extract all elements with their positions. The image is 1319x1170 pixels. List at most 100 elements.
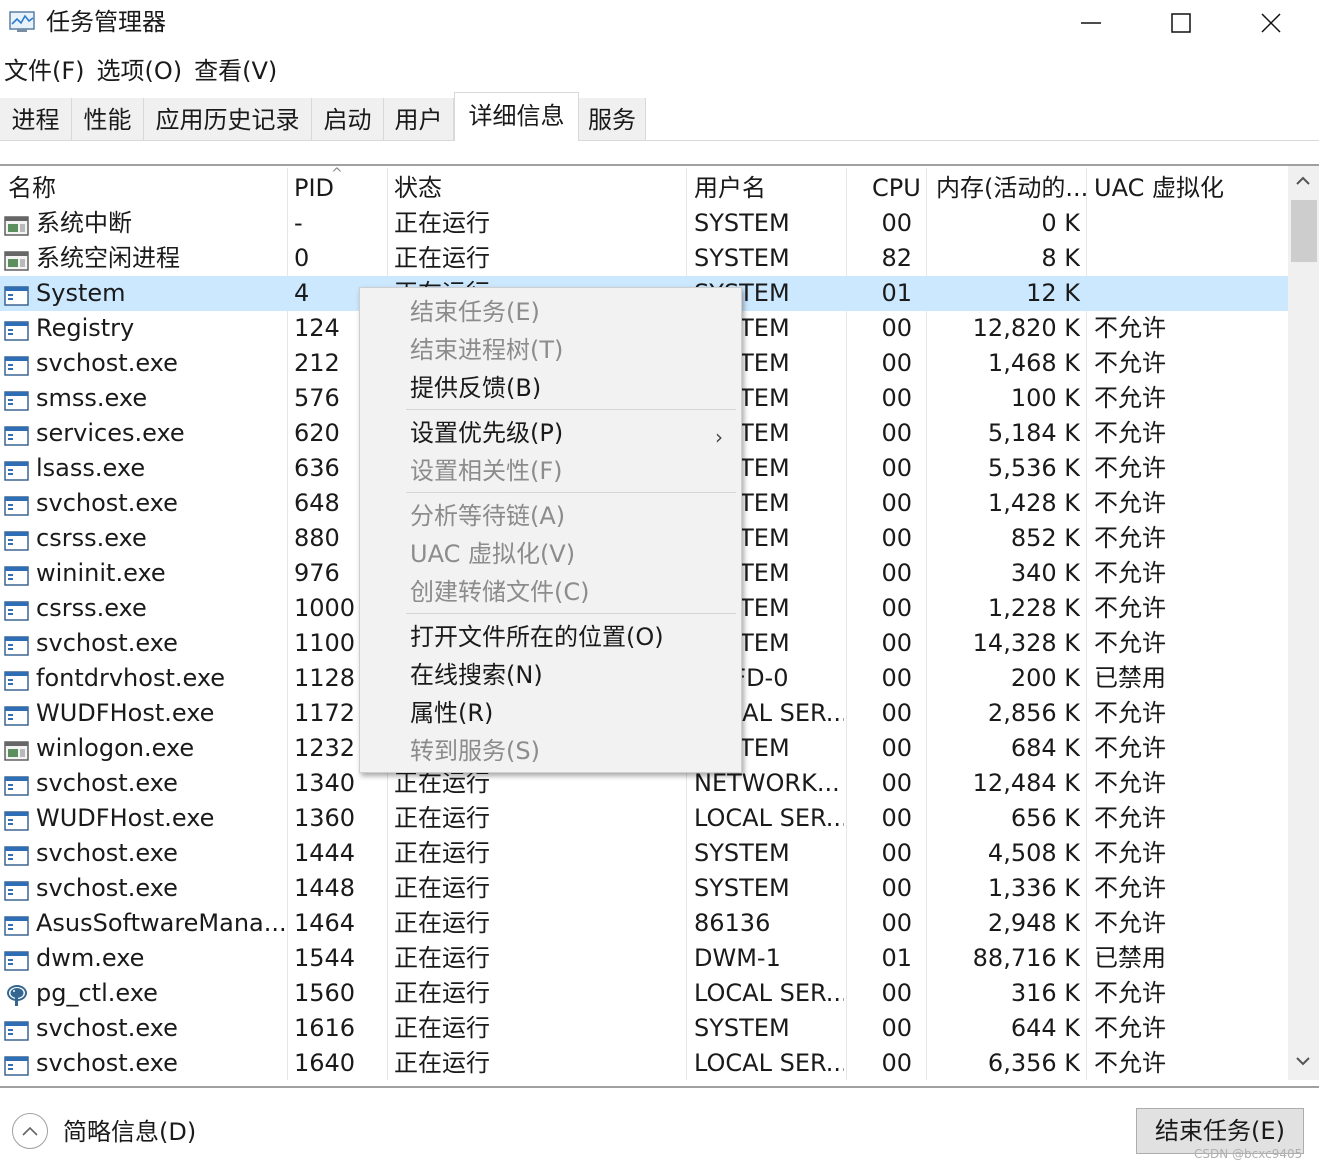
table-row[interactable]: svchost.exe 1616 正在运行 SYSTEM 00 644 K 不允许 xyxy=(0,1011,1288,1046)
window-icon xyxy=(4,597,30,621)
menu-item-search-online[interactable]: 在线搜索(N) xyxy=(410,657,730,693)
tab-startup[interactable]: 启动 xyxy=(312,98,384,140)
system-app-icon xyxy=(4,247,30,271)
cell-uac: 不允许 xyxy=(1094,769,1166,797)
window-icon xyxy=(4,317,30,341)
column-header-user[interactable]: 用户名 xyxy=(694,170,766,206)
cell-pid: 1448 xyxy=(294,874,356,902)
window-icon xyxy=(4,947,30,971)
close-icon xyxy=(1261,13,1281,33)
fewer-details-button[interactable] xyxy=(12,1113,48,1149)
tab-details[interactable]: 详细信息 xyxy=(454,92,579,141)
tab-services[interactable]: 服务 xyxy=(579,98,646,140)
cell-mem: 1,228 K xyxy=(987,594,1080,622)
table-row[interactable]: 系统中断 - 正在运行 SYSTEM 00 0 K xyxy=(0,206,1288,241)
vertical-scrollbar[interactable] xyxy=(1288,166,1319,1080)
cell-name: Registry xyxy=(36,314,135,342)
cell-name: svchost.exe xyxy=(36,839,178,867)
table-row[interactable]: svchost.exe 1444 正在运行 SYSTEM 00 4,508 K 不允许 xyxy=(0,836,1288,871)
table-row[interactable]: WUDFHost.exe 1360 正在运行 LOCAL SER... 00 656 K 不… xyxy=(0,801,1288,836)
window-icon xyxy=(4,1017,30,1041)
cell-status: 正在运行 xyxy=(394,874,490,902)
cell-name: WUDFHost.exe xyxy=(36,804,215,832)
menu-item-set-priority[interactable]: 设置优先级(P) xyxy=(410,415,730,451)
cell-cpu: 01 xyxy=(881,944,912,972)
fewer-details-link[interactable]: 简略信息(D) xyxy=(63,1114,196,1150)
column-header-cpu[interactable]: CPU xyxy=(872,170,921,206)
scroll-up-icon[interactable] xyxy=(1296,176,1310,186)
tab-performance[interactable]: 性能 xyxy=(72,98,144,140)
cell-name: System xyxy=(36,279,126,307)
menu-item-feedback[interactable]: 提供反馈(B) xyxy=(410,370,730,406)
cell-mem: 644 K xyxy=(1010,1014,1080,1042)
cell-status: 正在运行 xyxy=(394,944,490,972)
window-icon xyxy=(4,807,30,831)
cell-mem: 656 K xyxy=(1010,804,1080,832)
cell-cpu: 00 xyxy=(881,839,912,867)
column-header-pid[interactable]: PID xyxy=(294,170,334,206)
menu-item-set-affinity[interactable]: 设置相关性(F) xyxy=(410,453,730,489)
cell-uac: 不允许 xyxy=(1094,594,1166,622)
scroll-down-icon[interactable] xyxy=(1296,1056,1310,1066)
menu-options[interactable]: 选项(O) xyxy=(93,52,191,90)
cell-mem: 2,856 K xyxy=(987,699,1080,727)
maximize-button[interactable] xyxy=(1136,0,1226,46)
cell-mem: 1,336 K xyxy=(987,874,1080,902)
tab-processes[interactable]: 进程 xyxy=(0,98,72,140)
cell-name: lsass.exe xyxy=(36,454,146,482)
cell-mem: 8 K xyxy=(1041,244,1080,272)
menu-item-go-to-services[interactable]: 转到服务(S) xyxy=(410,733,730,769)
cell-status: 正在运行 xyxy=(394,1014,490,1042)
column-header-memory[interactable]: 内存(活动的... xyxy=(936,170,1088,206)
submenu-arrow-icon: › xyxy=(715,425,723,449)
table-row[interactable]: pg_ctl.exe 1560 正在运行 LOCAL SER... 00 316 K 不允许 xyxy=(0,976,1288,1011)
column-header-name[interactable]: 名称 xyxy=(8,170,56,206)
tab-users[interactable]: 用户 xyxy=(384,98,454,140)
table-row[interactable]: svchost.exe 1448 正在运行 SYSTEM 00 1,336 K 不允许 xyxy=(0,871,1288,906)
menu-separator xyxy=(406,613,736,614)
cell-user: LOCAL SER... xyxy=(694,1049,844,1077)
table-row[interactable]: 系统空闲进程 0 正在运行 SYSTEM 82 8 K xyxy=(0,241,1288,276)
menu-view[interactable]: 查看(V) xyxy=(190,52,285,90)
cell-pid: 0 xyxy=(294,244,310,272)
scrollbar-thumb[interactable] xyxy=(1291,200,1317,262)
cell-status: 正在运行 xyxy=(394,909,490,937)
menu-item-analyze-wait-chain[interactable]: 分析等待链(A) xyxy=(410,498,730,534)
window-title: 任务管理器 xyxy=(46,8,166,36)
cell-pid: 1360 xyxy=(294,804,356,832)
cell-name: dwm.exe xyxy=(36,944,145,972)
menu-item-create-dump[interactable]: 创建转储文件(C) xyxy=(410,574,730,610)
cell-name: fontdrvhost.exe xyxy=(36,664,226,692)
column-header-status[interactable]: 状态 xyxy=(394,170,442,206)
cell-cpu: 00 xyxy=(881,979,912,1007)
window-icon xyxy=(4,772,30,796)
cell-uac: 不允许 xyxy=(1094,489,1166,517)
cell-mem: 316 K xyxy=(1010,979,1080,1007)
menu-item-end-process-tree[interactable]: 结束进程树(T) xyxy=(410,332,730,368)
cell-cpu: 00 xyxy=(881,489,912,517)
cell-mem: 14,328 K xyxy=(972,629,1080,657)
column-header-uac[interactable]: UAC 虚拟化 xyxy=(1094,170,1224,206)
cell-uac: 不允许 xyxy=(1094,874,1166,902)
cell-cpu: 00 xyxy=(881,909,912,937)
minimize-button[interactable] xyxy=(1046,0,1136,46)
menu-item-uac-virtualization[interactable]: UAC 虚拟化(V) xyxy=(410,536,730,572)
table-row[interactable]: AsusSoftwareMana... 1464 正在运行 86136 00 2,948 … xyxy=(0,906,1288,941)
cell-cpu: 00 xyxy=(881,349,912,377)
cell-cpu: 00 xyxy=(881,384,912,412)
menu-file[interactable]: 文件(F) xyxy=(0,52,93,90)
menu-item-end-task[interactable]: 结束任务(E) xyxy=(410,294,730,330)
close-button[interactable] xyxy=(1226,0,1316,46)
cell-mem: 100 K xyxy=(1010,384,1080,412)
tab-app-history[interactable]: 应用历史记录 xyxy=(144,98,312,140)
minimize-icon xyxy=(1081,22,1101,24)
cell-uac: 已禁用 xyxy=(1094,664,1166,692)
table-row[interactable]: dwm.exe 1544 正在运行 DWM-1 01 88,716 K 已禁用 xyxy=(0,941,1288,976)
window-icon xyxy=(4,702,30,726)
table-row[interactable]: svchost.exe 1640 正在运行 LOCAL SER... 00 6,356 K… xyxy=(0,1046,1288,1081)
title-bar: 任务管理器 xyxy=(0,0,1319,46)
window-icon xyxy=(4,1052,30,1076)
menu-item-open-file-location[interactable]: 打开文件所在的位置(O) xyxy=(410,619,730,655)
menu-item-properties[interactable]: 属性(R) xyxy=(410,695,730,731)
cell-mem: 6,356 K xyxy=(987,1049,1080,1077)
